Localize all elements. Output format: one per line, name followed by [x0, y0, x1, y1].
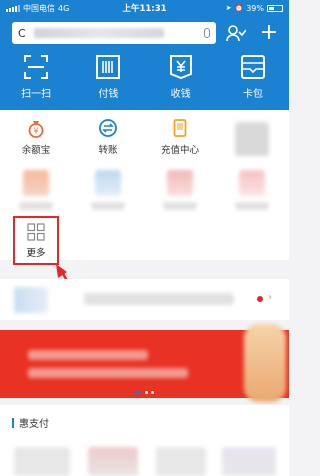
service-blurred-3[interactable]	[72, 170, 144, 210]
chevron-right-icon: ›	[268, 292, 272, 303]
deal-card-blurred[interactable]	[156, 447, 206, 476]
battery-icon	[267, 4, 283, 12]
app-header: C + 扫一扫 付钱 收钱 卡包	[0, 16, 289, 110]
blurred-service-icon	[23, 170, 49, 196]
card-wallet-button[interactable]: 卡包	[217, 54, 289, 110]
search-blurred-text	[33, 28, 164, 38]
card-wallet-icon	[240, 55, 265, 79]
deal-card-blurred[interactable]	[14, 447, 70, 476]
transfer-icon	[99, 119, 117, 137]
scan-icon	[24, 55, 49, 79]
blurred-service-icon	[95, 170, 121, 196]
search-input[interactable]: C	[12, 22, 216, 44]
service-yuebao-label: 余额宝	[21, 145, 51, 156]
service-transfer[interactable]: 转账	[72, 118, 144, 156]
notice-blurred-icon	[14, 287, 48, 313]
microphone-icon[interactable]	[204, 28, 210, 38]
services-row-1: ¥ 余额宝 转账 充值中心	[0, 118, 289, 156]
scan-button[interactable]: 扫一扫	[0, 54, 72, 110]
contacts-icon[interactable]	[226, 24, 246, 42]
more-button[interactable]: 更多	[13, 216, 59, 265]
scan-label: 扫一扫	[21, 89, 52, 100]
deal-card-blurred[interactable]	[88, 447, 138, 476]
receive-label: 收钱	[170, 89, 191, 100]
service-blurred-1[interactable]	[216, 118, 288, 156]
service-recharge-label: 充值中心	[160, 145, 199, 156]
search-query: C	[18, 26, 26, 40]
status-time: 上午11:31	[122, 4, 167, 14]
deal-card-blurred[interactable]	[222, 447, 276, 476]
add-icon[interactable]: +	[259, 22, 279, 44]
section-title: 惠支付	[12, 415, 49, 430]
service-transfer-label: 转账	[98, 145, 118, 156]
blurred-service-label	[19, 202, 53, 210]
location-icon: ➤	[225, 4, 232, 12]
service-blurred-4[interactable]	[144, 170, 216, 210]
card-wallet-label: 卡包	[242, 89, 263, 100]
top-actions: 扫一扫 付钱 收钱 卡包	[0, 54, 289, 110]
banner-blurred-image	[244, 324, 286, 402]
receive-button[interactable]: 收钱	[145, 54, 217, 110]
more-label: 更多	[26, 247, 46, 259]
hui-pay-section: 惠支付	[0, 405, 289, 476]
blurred-service-label	[235, 202, 269, 210]
banner-blurred-text	[28, 350, 148, 360]
signal-icon	[6, 4, 20, 12]
status-bar: 中国电信 4G 上午11:31 ➤ ⏰ 39%	[0, 0, 289, 16]
service-blurred-2[interactable]	[0, 170, 72, 210]
service-yuebao[interactable]: ¥ 余额宝	[0, 118, 72, 156]
blurred-service-icon	[167, 170, 193, 196]
barcode-icon	[96, 55, 121, 79]
service-recharge[interactable]: 充值中心	[144, 118, 216, 156]
section-title-bar	[12, 417, 14, 428]
blurred-service-label	[91, 202, 125, 210]
moneybag-icon: ¥	[28, 121, 44, 138]
service-blurred-5[interactable]	[216, 170, 288, 210]
carrier-name: 中国电信	[23, 3, 55, 13]
battery-percent: 39%	[246, 3, 264, 13]
phone-recharge-icon	[173, 119, 187, 137]
notice-blurred-text	[84, 293, 234, 305]
blurred-service-icon	[235, 122, 269, 156]
banner-pager	[134, 391, 154, 394]
pay-label: 付钱	[98, 89, 119, 100]
grid-icon	[27, 222, 45, 241]
services-row-2	[0, 170, 289, 210]
unread-dot-icon	[257, 296, 263, 302]
yuan-receive-icon	[169, 55, 192, 80]
network-type: 4G	[58, 3, 70, 13]
alarm-icon: ⏰	[234, 4, 244, 12]
promo-banner[interactable]	[0, 324, 289, 402]
pay-button[interactable]: 付钱	[72, 54, 144, 110]
notice-row[interactable]: ›	[0, 279, 289, 320]
blurred-service-label	[163, 202, 197, 210]
svg-text:¥: ¥	[33, 127, 38, 136]
section-title-text: 惠支付	[19, 419, 49, 430]
blurred-service-icon	[239, 170, 265, 196]
banner-blurred-text	[28, 368, 188, 378]
